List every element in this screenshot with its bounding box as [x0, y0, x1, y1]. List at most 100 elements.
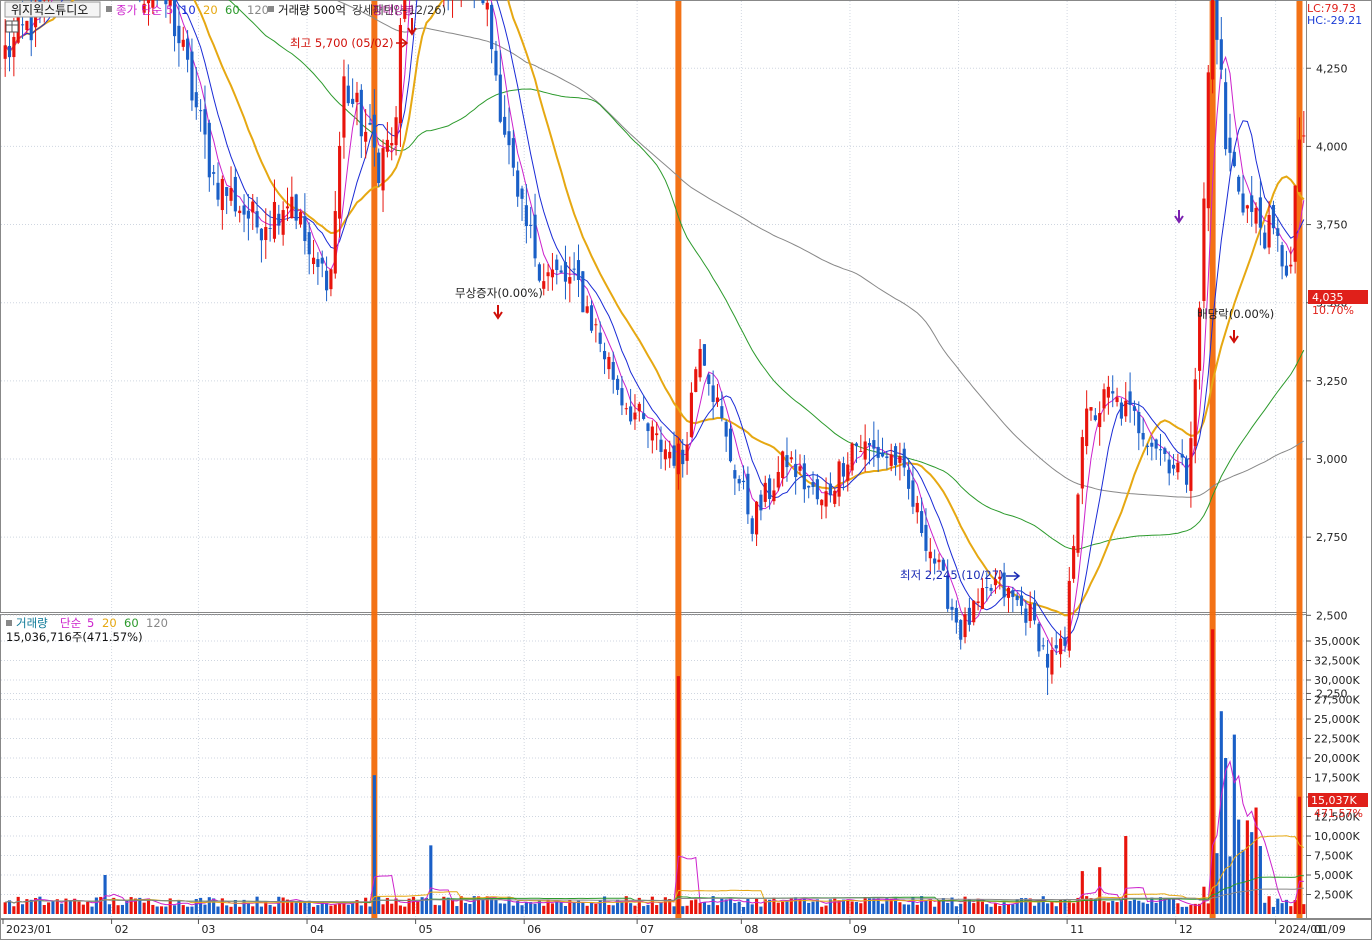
- volume-bar: [20, 904, 25, 914]
- volume-bar: [29, 899, 33, 914]
- candle-body: [1280, 245, 1284, 267]
- volume-bar: [707, 904, 711, 914]
- volume-bar: [824, 905, 828, 914]
- volume-bar: [933, 906, 937, 914]
- candle-body: [741, 480, 746, 483]
- x-tick-label: 07: [640, 923, 654, 936]
- volume-bar: [546, 899, 550, 914]
- volume-bar: [1245, 820, 1249, 914]
- volume-bar: [498, 903, 502, 914]
- volume-bar: [325, 903, 329, 914]
- volume-bar: [698, 902, 702, 914]
- volume-bar: [798, 899, 802, 914]
- candle-body: [611, 362, 615, 380]
- candle-body: [950, 606, 954, 610]
- candle-body: [359, 89, 363, 137]
- candle-body: [190, 51, 194, 101]
- candle-body: [781, 451, 785, 479]
- candle-body: [681, 449, 685, 465]
- price-tick-label: 3,750: [1316, 219, 1348, 232]
- volume-bar: [537, 899, 541, 914]
- candle-body: [1011, 590, 1015, 597]
- volume-bar: [516, 901, 520, 914]
- candle-body: [3, 45, 7, 59]
- candle-body: [802, 463, 806, 490]
- candle-body: [820, 499, 824, 506]
- candle-body: [985, 587, 989, 589]
- price-tick-label: 3,250: [1316, 375, 1348, 388]
- candle-body: [854, 443, 859, 447]
- volume-bar: [1145, 903, 1150, 914]
- volume-bar: [1171, 899, 1176, 914]
- volume-bar: [1267, 896, 1271, 914]
- candle-body: [1193, 379, 1197, 447]
- volume-bar: [181, 905, 185, 914]
- candle-body: [1019, 595, 1024, 606]
- candle-body: [351, 98, 355, 104]
- volume-bar: [781, 901, 785, 914]
- candle-body: [602, 350, 607, 360]
- candle-body: [220, 178, 224, 211]
- volume-bar: [94, 897, 98, 914]
- volume-bar: [1189, 905, 1193, 914]
- candle-body: [1163, 448, 1167, 454]
- volume-bar: [120, 904, 125, 914]
- candle-body: [307, 232, 311, 255]
- candle-body: [524, 205, 528, 227]
- candle-body: [225, 187, 229, 196]
- volume-bar: [1019, 898, 1024, 914]
- volume-bar: [1163, 898, 1167, 914]
- current-price-pct: 10.70%: [1312, 304, 1354, 317]
- volume-bar: [1154, 902, 1158, 914]
- candle-body: [20, 24, 25, 26]
- candle-body: [776, 471, 780, 488]
- candle-body: [537, 264, 541, 281]
- candle-body: [181, 39, 185, 47]
- candle-body: [550, 269, 554, 278]
- candle-body: [1137, 411, 1141, 434]
- volume-tick-label: 20,000K: [1314, 752, 1360, 765]
- candle-body: [689, 392, 693, 438]
- volume-bar: [820, 906, 824, 914]
- candle-body: [238, 210, 242, 214]
- volume-bar: [77, 901, 81, 914]
- candlestick-chart[interactable]: 5,7505,5005,2505,0004,7504,5004,2504,000…: [0, 0, 1372, 940]
- candle-body: [563, 261, 568, 282]
- volume-bar: [542, 905, 546, 914]
- candle-body: [728, 428, 733, 462]
- candle-body: [1206, 72, 1210, 209]
- volume-bar: [60, 903, 64, 914]
- volume-bar: [1289, 906, 1293, 914]
- volume-bar: [607, 904, 611, 914]
- candle-body: [737, 479, 741, 484]
- volume-bar: [381, 904, 385, 914]
- volume-bar: [464, 902, 468, 914]
- volume-tick-label: 5,000K: [1314, 869, 1353, 882]
- candle-body: [285, 206, 290, 209]
- volume-legend-item: 20: [102, 616, 117, 630]
- volume-bar: [898, 902, 902, 914]
- candle-body: [1111, 391, 1115, 394]
- volume-bar: [1119, 900, 1123, 914]
- candle-body: [976, 601, 980, 603]
- candle-body: [598, 332, 602, 344]
- volume-bar: [164, 906, 168, 914]
- volume-bar: [980, 901, 984, 914]
- candle-body: [898, 456, 902, 463]
- volume-bar: [602, 896, 607, 914]
- volume-bar: [290, 901, 294, 914]
- candle-body: [733, 470, 737, 479]
- volume-bar: [507, 896, 511, 914]
- candle-body: [807, 485, 811, 488]
- volume-bar: [216, 906, 220, 914]
- candle-body: [272, 201, 277, 239]
- volume-bar: [368, 906, 372, 914]
- candle-body: [715, 397, 720, 403]
- candle-body: [685, 444, 689, 461]
- candle-body: [1150, 442, 1154, 447]
- candle-body: [533, 214, 537, 259]
- volume-bar: [659, 902, 663, 914]
- volume-bar: [1054, 906, 1058, 914]
- volume-bar: [972, 903, 976, 914]
- candle-body: [746, 473, 750, 515]
